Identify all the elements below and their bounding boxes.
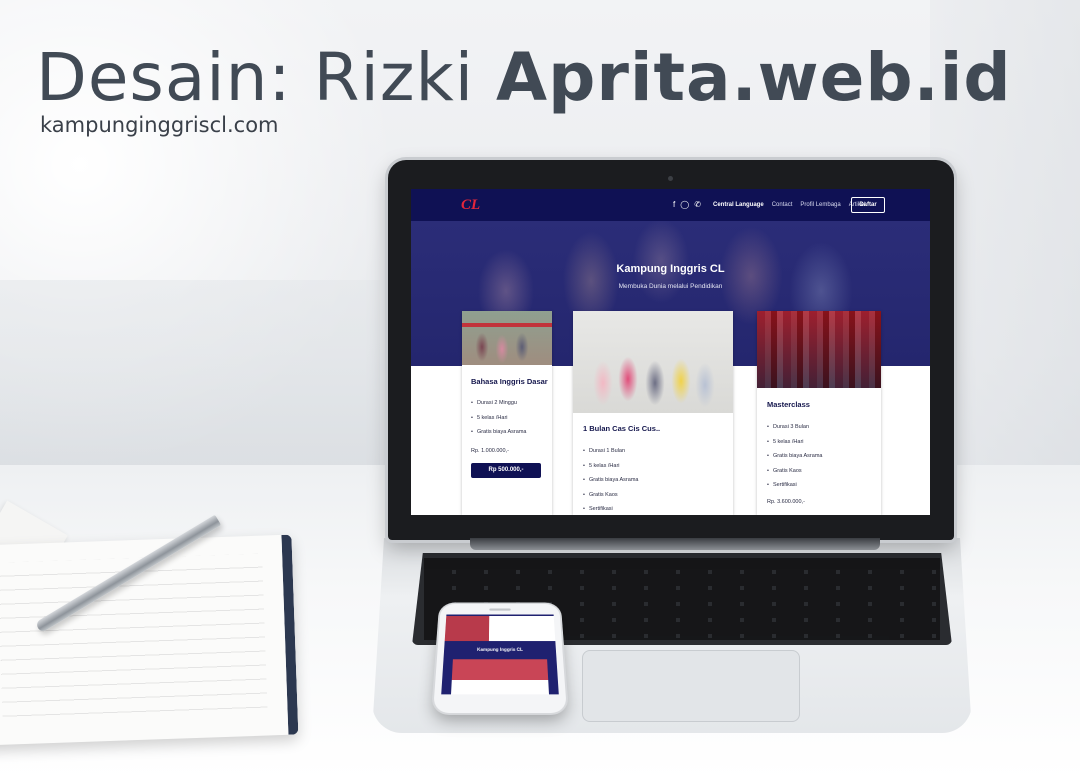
list-item: Gratis biaya Asrama xyxy=(471,428,527,443)
course-features: Durasi 3 Bulan 5 kelas /Hari Gratis biay… xyxy=(767,423,823,496)
hero-title: Kampung Inggris CL xyxy=(616,263,725,275)
course-features: Durasi 1 Bulan 5 kelas /Hari Gratis biay… xyxy=(583,447,639,515)
phone-speaker xyxy=(489,608,511,611)
course-card-one-month[interactable]: 1 Bulan Cas Cis Cus.. Durasi 1 Bulan 5 k… xyxy=(573,311,733,515)
course-features: Durasi 2 Minggu 5 kelas /Hari Gratis bia… xyxy=(471,399,527,443)
phone-banner xyxy=(444,615,556,642)
logo-mark: CL xyxy=(461,197,481,213)
course-title: Masterclass xyxy=(767,400,810,409)
list-item: 5 kelas /Hari xyxy=(583,462,638,477)
daftar-button[interactable]: Daftar xyxy=(851,197,885,213)
list-item: Gratis Kaos xyxy=(767,467,822,482)
facebook-icon[interactable]: f xyxy=(673,200,675,210)
webcam-icon xyxy=(668,176,673,181)
instagram-icon[interactable]: ◯ xyxy=(680,200,689,210)
list-item: Sertifikasi xyxy=(767,481,822,496)
course-photo xyxy=(462,311,552,365)
course-card-basic[interactable]: Bahasa Inggris Dasar Durasi 2 Minggu 5 k… xyxy=(462,311,552,515)
course-price-button[interactable]: Rp 500.000,- xyxy=(471,463,541,478)
nav-link-central-language[interactable]: Central Language xyxy=(713,199,764,211)
course-title: Bahasa Inggris Dasar xyxy=(471,377,548,386)
laptop-hinge xyxy=(470,538,880,550)
course-price: Rp. 3.600.000,- xyxy=(767,499,805,505)
course-card-masterclass[interactable]: Masterclass Durasi 3 Bulan 5 kelas /Hari… xyxy=(757,311,881,515)
laptop-screen: CL f ◯ ✆ Central Language Contact Profil… xyxy=(411,189,930,515)
course-title: 1 Bulan Cas Cis Cus.. xyxy=(583,424,661,433)
phone-hero-title: Kampung Inggris CL xyxy=(477,647,523,653)
phone-icon[interactable]: ✆ xyxy=(694,200,701,210)
course-photo xyxy=(757,311,881,388)
list-item: Durasi 3 Bulan xyxy=(767,423,822,438)
phone-screen: Kampung Inggris CL xyxy=(441,614,559,695)
smartphone: Kampung Inggris CL xyxy=(433,603,567,713)
list-item: Durasi 1 Bulan xyxy=(583,447,638,462)
list-item: Gratis biaya Asrama xyxy=(767,452,823,467)
background-shelf xyxy=(0,280,380,470)
headline-subtitle: kampunginggriscl.com xyxy=(40,113,279,137)
laptop-trackpad xyxy=(582,650,800,722)
social-icons: f ◯ ✆ xyxy=(673,200,701,210)
list-item: Gratis biaya Asrama xyxy=(583,476,639,491)
list-item: 5 kelas /Hari xyxy=(767,438,822,453)
course-price: Rp. 1.000.000,- xyxy=(471,448,509,454)
hero-subtitle: Membuka Dunia melalui Pendidikan xyxy=(618,283,723,290)
site-navbar: CL f ◯ ✆ Central Language Contact Profil… xyxy=(411,189,930,221)
site-logo[interactable]: CL xyxy=(461,197,481,213)
course-photo xyxy=(573,311,733,413)
nav-link-contact[interactable]: Contact xyxy=(772,199,793,211)
list-item: Sertifikasi xyxy=(583,505,638,515)
list-item: Gratis Kaos xyxy=(583,491,638,506)
list-item: Durasi 2 Minggu xyxy=(471,399,526,414)
headline: Desain: Rizki Aprita.web.id xyxy=(36,40,1012,116)
headline-light: Desain: Rizki xyxy=(36,39,497,116)
nav-links: Central Language Contact Profil Lembaga … xyxy=(713,199,865,211)
list-item: 5 kelas /Hari xyxy=(471,414,526,429)
phone-course-card xyxy=(451,659,549,695)
nav-link-profil-lembaga[interactable]: Profil Lembaga xyxy=(800,199,840,211)
headline-bold: Aprita.web.id xyxy=(496,39,1012,116)
